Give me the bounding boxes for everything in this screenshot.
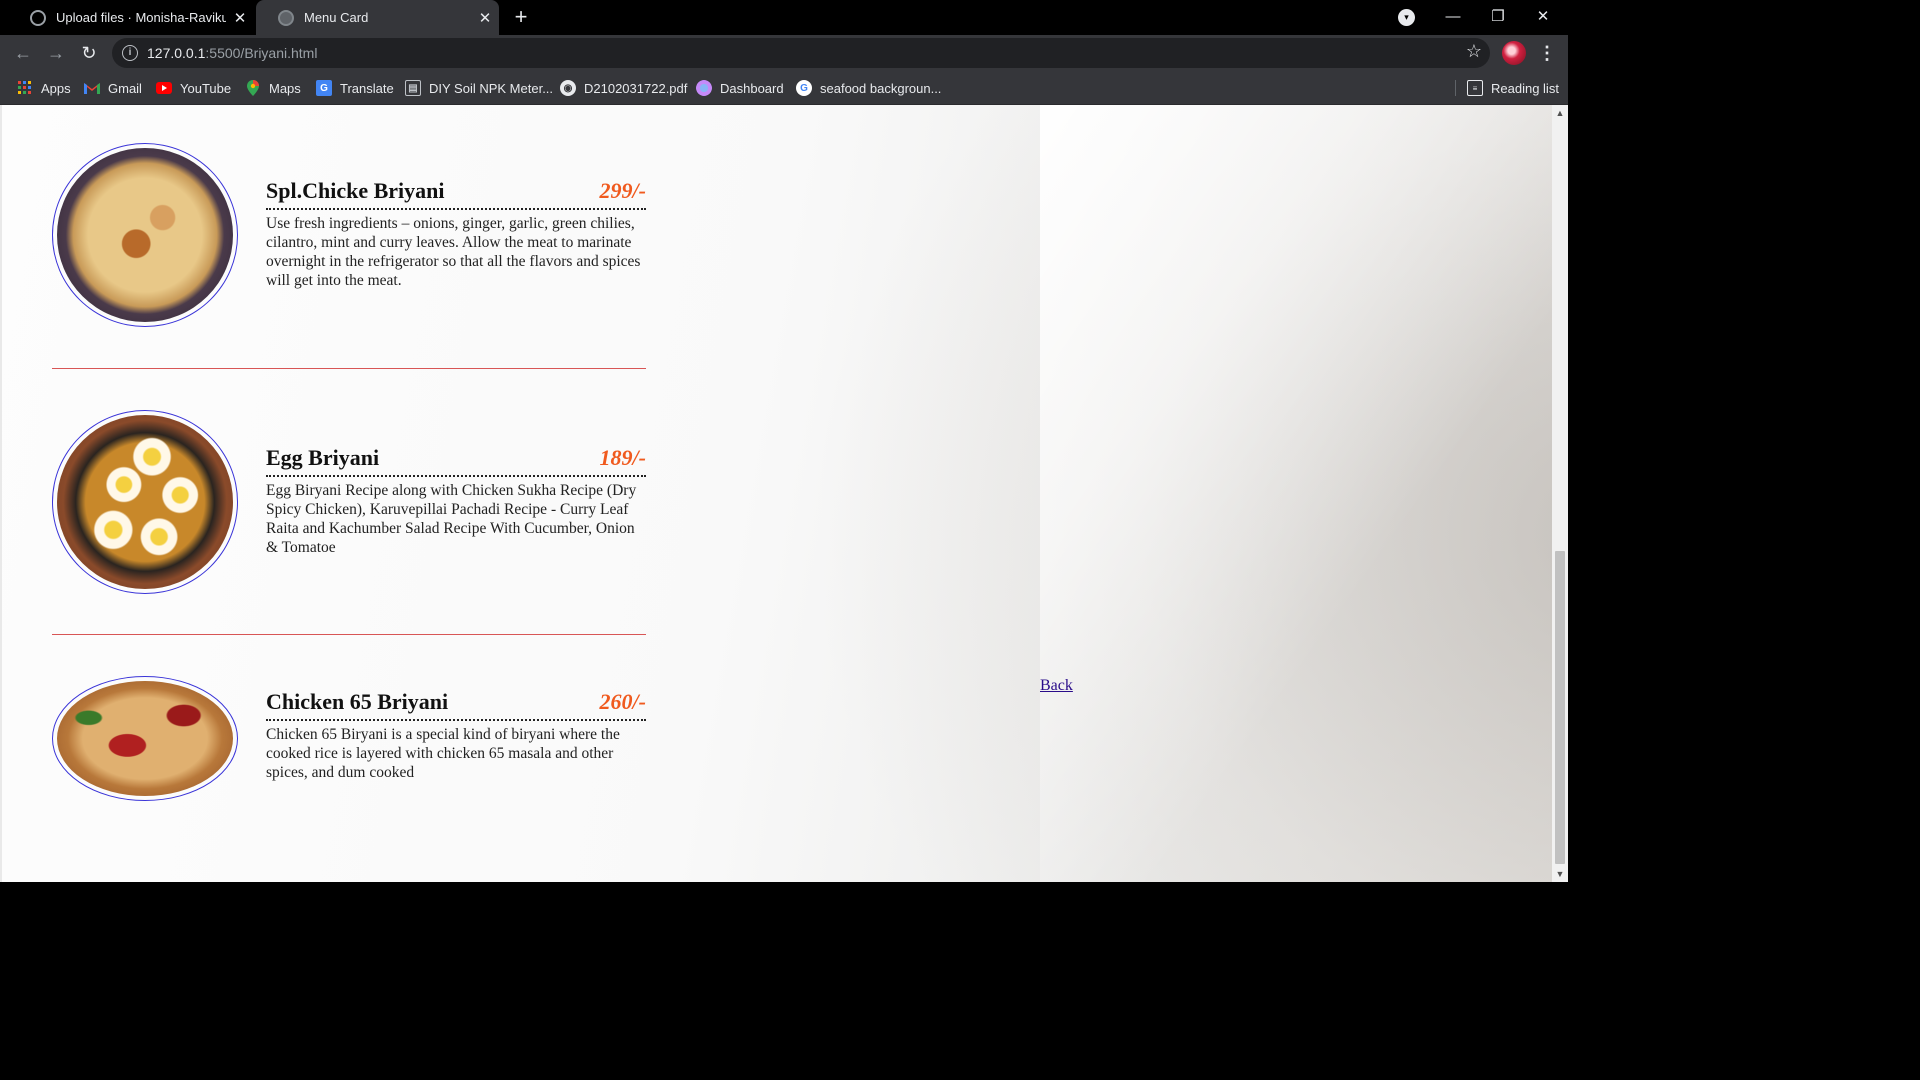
maps-pin-icon xyxy=(245,80,261,96)
back-arrow-icon[interactable]: ← xyxy=(10,40,36,66)
bookmark-translate[interactable]: G Translate xyxy=(316,78,394,98)
menu-divider xyxy=(52,634,646,635)
page-left-edge xyxy=(0,105,2,882)
background-sheen xyxy=(1040,105,1552,882)
bookmark-label: Dashboard xyxy=(720,80,784,96)
menu-text: Egg Briyani 189/- Egg Biryani Recipe alo… xyxy=(266,445,646,557)
close-window-button[interactable]: ✕ xyxy=(1520,0,1566,35)
dish-price: 189/- xyxy=(599,445,646,470)
dish-name: Chicken 65 Briyani xyxy=(266,689,449,714)
tab-upload-files[interactable]: Upload files · Monisha-Ravikumar ✕ xyxy=(8,0,254,35)
dish-price: 299/- xyxy=(599,178,646,203)
bookmark-label: YouTube xyxy=(180,80,232,96)
chicken-65-briyani-image xyxy=(52,676,238,801)
restore-button[interactable]: ❐ xyxy=(1475,0,1521,35)
globe-icon xyxy=(278,9,294,26)
menu-text: Chicken 65 Briyani 260/- Chicken 65 Biry… xyxy=(266,689,646,782)
translate-icon: G xyxy=(316,80,332,96)
browser-titlebar: Upload files · Monisha-Ravikumar ✕ Menu … xyxy=(0,0,1568,35)
browser-menu-icon[interactable]: ⋮ xyxy=(1538,40,1556,66)
bookmarks-separator xyxy=(1455,80,1456,96)
dish-description: Egg Biryani Recipe along with Chicken Su… xyxy=(266,482,637,556)
url-host: 127.0.0.1 xyxy=(147,45,206,61)
reading-list-label: Reading list xyxy=(1491,80,1559,96)
egg-briyani-image xyxy=(52,410,238,594)
reading-list-button[interactable]: ≡ Reading list xyxy=(1467,78,1559,98)
menu-text: Spl.Chicke Briyani 299/- Use fresh ingre… xyxy=(266,178,646,290)
google-icon: G xyxy=(796,80,812,96)
scroll-thumb[interactable] xyxy=(1555,551,1565,864)
biryani-plate xyxy=(57,148,233,322)
bookmark-gmail[interactable]: Gmail xyxy=(84,78,142,98)
spl-chicken-briyani-image xyxy=(52,143,238,327)
url-path: :5500/Briyani.html xyxy=(205,45,318,61)
reload-icon[interactable]: ↻ xyxy=(76,40,102,66)
bookmark-label: Apps xyxy=(41,80,71,96)
bookmark-pdf[interactable]: ◉ D2102031722.pdf xyxy=(560,78,687,98)
back-link[interactable]: Back xyxy=(1040,677,1073,695)
chicken-65-biryani-plate xyxy=(57,681,233,796)
apps-grid-icon xyxy=(17,80,33,96)
tab-title: Menu Card xyxy=(304,10,369,25)
reading-list-icon: ≡ xyxy=(1467,80,1483,96)
forward-arrow-icon[interactable]: → xyxy=(43,40,69,66)
page-scrollbar[interactable]: ▲ ▼ xyxy=(1552,105,1568,882)
bookmark-star-icon[interactable]: ☆ xyxy=(1466,41,1482,62)
bookmark-dashboard[interactable]: Dashboard xyxy=(696,78,784,98)
profile-avatar[interactable] xyxy=(1502,41,1526,65)
page-icon: ▤ xyxy=(405,80,421,96)
globe-icon: ◉ xyxy=(560,80,576,96)
tab-menu-card[interactable]: Menu Card ✕ xyxy=(256,0,499,35)
dish-price: 260/- xyxy=(599,689,646,714)
bookmark-label: DIY Soil NPK Meter... xyxy=(429,80,554,96)
bookmark-diy-soil[interactable]: ▤ DIY Soil NPK Meter... xyxy=(405,78,553,98)
minimize-button[interactable]: — xyxy=(1430,0,1476,35)
tab-close-icon[interactable]: ✕ xyxy=(471,9,499,27)
bookmark-youtube[interactable]: YouTube xyxy=(156,78,231,98)
site-info-icon[interactable]: i xyxy=(122,45,138,61)
bookmark-label: D2102031722.pdf xyxy=(584,80,688,96)
address-bar[interactable]: i 127.0.0.1:5500/Briyani.html ☆ xyxy=(112,38,1490,68)
dish-description: Use fresh ingredients – onions, ginger, … xyxy=(266,215,641,289)
bookmark-apps[interactable]: Apps xyxy=(17,78,71,98)
github-icon xyxy=(30,9,46,26)
menu-item-spl-chicken-briyani: Spl.Chicke Briyani 299/- Use fresh ingre… xyxy=(52,143,646,329)
scroll-down-arrow-icon[interactable]: ▼ xyxy=(1552,866,1568,882)
dish-name: Spl.Chicke Briyani xyxy=(266,178,445,203)
scroll-up-arrow-icon[interactable]: ▲ xyxy=(1552,105,1568,121)
menu-heading: Spl.Chicke Briyani 299/- xyxy=(266,178,646,210)
page-viewport: Spl.Chicke Briyani 299/- Use fresh ingre… xyxy=(0,105,1552,882)
bookmark-label: Maps xyxy=(269,80,301,96)
dashboard-icon xyxy=(696,80,712,96)
egg-biryani-bowl xyxy=(57,415,233,589)
tab-title: Upload files · Monisha-Ravikumar xyxy=(56,10,226,25)
bookmarks-bar: Apps Gmail YouTube Maps G Translate ▤ DI… xyxy=(0,71,1568,105)
tab-close-icon[interactable]: ✕ xyxy=(226,9,254,27)
gmail-icon xyxy=(84,80,100,96)
bookmark-maps[interactable]: Maps xyxy=(245,78,301,98)
bookmark-label: seafood backgroun... xyxy=(820,80,942,96)
new-tab-button[interactable]: + xyxy=(508,4,534,30)
menu-heading: Egg Briyani 189/- xyxy=(266,445,646,477)
bookmark-seafood[interactable]: G seafood backgroun... xyxy=(796,78,941,98)
dish-description: Chicken 65 Biryani is a special kind of … xyxy=(266,726,620,781)
menu-divider xyxy=(52,368,646,369)
browser-toolbar: ← → ↻ i 127.0.0.1:5500/Briyani.html ☆ ⋮ xyxy=(0,35,1568,71)
tab-search-icon[interactable]: ▾ xyxy=(1398,9,1415,26)
bookmark-label: Translate xyxy=(340,80,394,96)
menu-item-chicken-65-briyani: Chicken 65 Briyani 260/- Chicken 65 Biry… xyxy=(52,676,646,802)
menu-heading: Chicken 65 Briyani 260/- xyxy=(266,689,646,721)
youtube-icon xyxy=(156,80,172,96)
dish-name: Egg Briyani xyxy=(266,445,380,470)
menu-item-egg-briyani: Egg Briyani 189/- Egg Biryani Recipe alo… xyxy=(52,410,646,596)
url-text[interactable]: 127.0.0.1:5500/Briyani.html xyxy=(147,45,317,61)
bookmark-label: Gmail xyxy=(108,80,142,96)
